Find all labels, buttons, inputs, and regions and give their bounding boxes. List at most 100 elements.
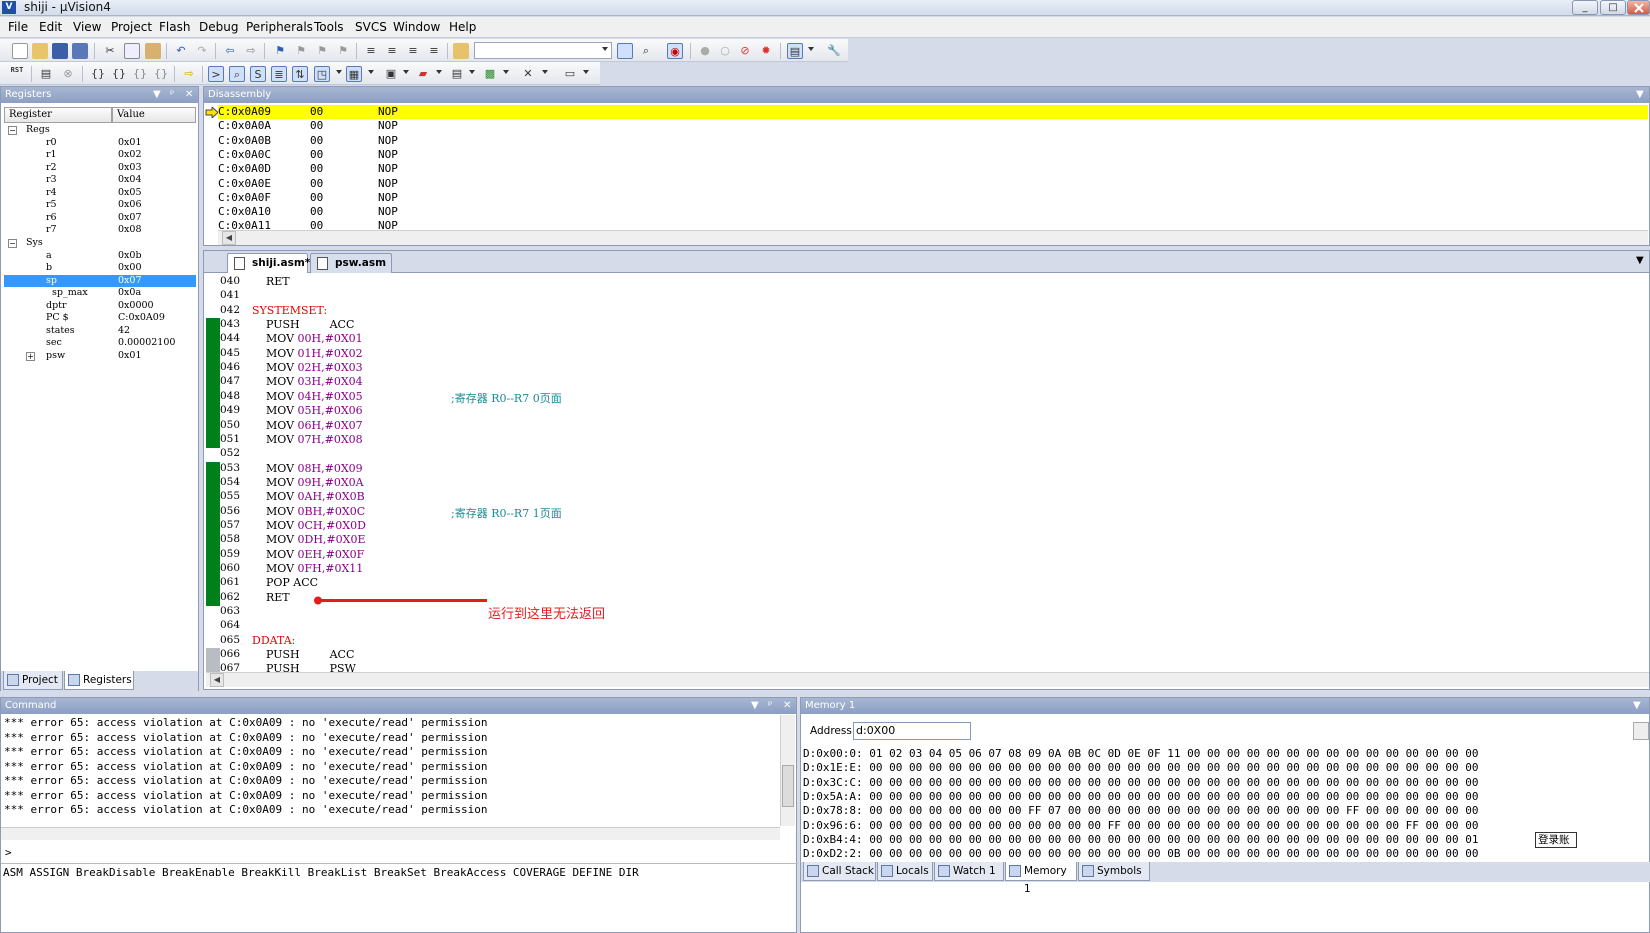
register-value[interactable]: 0x04 — [118, 174, 142, 187]
redo-icon[interactable]: ↷ — [194, 43, 210, 59]
watch-window-icon[interactable]: ◳ — [314, 66, 330, 82]
kill-breakpoints-icon[interactable]: ✹ — [758, 43, 774, 59]
tab-list-icon[interactable]: ▼ — [1636, 255, 1644, 266]
code-line[interactable]: DDATA: — [252, 634, 295, 647]
address-input[interactable]: d:0X00 — [853, 722, 971, 740]
pane-menu-icon[interactable]: ▼ — [1633, 698, 1641, 714]
line-number[interactable]: 062 — [220, 590, 248, 603]
code-line[interactable]: RET — [252, 591, 290, 604]
line-number[interactable]: 048 — [220, 389, 248, 402]
menu-help[interactable]: Help — [449, 20, 476, 34]
reset-cpu-button[interactable]: RST — [9, 66, 25, 82]
register-value[interactable]: 0x01 — [118, 137, 142, 150]
register-row[interactable]: r4 0x05 — [4, 187, 196, 200]
register-row[interactable]: sec 0.00002100 — [4, 337, 196, 350]
registers-window-icon[interactable]: ≣ — [271, 66, 287, 82]
disable-breakpoints-icon[interactable]: ⊘ — [737, 43, 753, 59]
register-row[interactable]: r3 0x04 — [4, 174, 196, 187]
scroll-thumb[interactable] — [782, 765, 794, 807]
tab-psw-asm[interactable]: psw.asm — [310, 253, 392, 273]
register-row[interactable]: r6 0x07 — [4, 212, 196, 225]
line-number[interactable]: 040 — [220, 275, 248, 287]
disassembly-hscroll[interactable]: ◀ — [218, 230, 1648, 245]
debug-session-icon[interactable]: ◉ — [667, 43, 683, 59]
tab-registers[interactable]: Registers — [64, 671, 134, 690]
memory-row[interactable]: D:0x78:8: 00 00 00 00 00 00 00 00 FF 07 … — [803, 804, 1479, 818]
register-value[interactable]: 42 — [118, 325, 130, 338]
menu-debug[interactable]: Debug — [199, 20, 238, 34]
window-layout-icon[interactable]: ▤ — [787, 43, 803, 59]
find-icon[interactable] — [617, 43, 633, 59]
trace-window-icon[interactable]: ▤ — [449, 66, 465, 82]
line-number[interactable]: 057 — [220, 518, 248, 531]
menu-window[interactable]: Window — [393, 20, 440, 34]
stop-icon[interactable]: ⊗ — [60, 66, 76, 82]
pane-close-icon[interactable]: ✕ — [185, 87, 193, 103]
register-value[interactable]: C:0x0A09 — [118, 312, 165, 325]
register-value[interactable]: 0x0b — [118, 250, 142, 263]
register-row[interactable]: r2 0x03 — [4, 162, 196, 175]
memory-row[interactable]: D:0x00:0: 01 02 03 04 05 06 07 08 09 0A … — [803, 747, 1479, 761]
menu-project[interactable]: Project — [111, 20, 152, 34]
system-viewer-icon[interactable]: ▩ — [482, 66, 498, 82]
maximize-button[interactable]: □ — [1600, 0, 1626, 15]
next-bookmark-icon[interactable]: ⚑ — [314, 43, 330, 59]
line-number[interactable]: 049 — [220, 404, 248, 417]
configure-icon[interactable]: 🔧 — [826, 43, 842, 59]
menu-svcs[interactable]: SVCS — [355, 20, 387, 34]
memory-row[interactable]: D:0x96:6: 00 00 00 00 00 00 00 00 00 00 … — [803, 819, 1479, 833]
expand-icon[interactable]: + — [26, 351, 35, 361]
register-value[interactable]: 0x08 — [118, 224, 142, 237]
line-number[interactable]: 065 — [220, 633, 248, 646]
code-line[interactable]: MOV 08H,#0X09 — [252, 462, 363, 475]
line-number[interactable]: 045 — [220, 346, 248, 359]
disassembly-row[interactable]: C:0x0A0A 00 NOP — [218, 119, 1648, 133]
scroll-left-icon[interactable]: ◀ — [210, 673, 224, 687]
register-value[interactable]: 0x0000 — [118, 300, 154, 313]
symbols-window-icon[interactable]: S — [250, 66, 266, 82]
line-number[interactable]: 043 — [220, 318, 248, 331]
code-line[interactable]: MOV 04H,#0X05 — [252, 390, 363, 403]
register-value[interactable]: 0x05 — [118, 187, 142, 200]
scroll-left-icon[interactable]: ◀ — [222, 231, 236, 245]
line-number[interactable]: 046 — [220, 361, 248, 374]
line-number[interactable]: 055 — [220, 490, 248, 503]
tab-memory-1[interactable]: Memory 1 — [1005, 862, 1077, 895]
copy-icon[interactable] — [124, 43, 140, 59]
register-column-header[interactable]: Register — [4, 107, 112, 123]
register-value[interactable]: 0x01 — [118, 350, 142, 363]
enable-breakpoint-icon[interactable]: ○ — [717, 43, 733, 59]
register-value[interactable]: 0.00002100 — [118, 337, 175, 350]
memory-row[interactable]: D:0xB4:4: 00 00 00 00 00 00 00 00 00 00 … — [803, 833, 1479, 847]
code-line[interactable]: SYSTEMSET: — [252, 304, 327, 317]
code-line[interactable]: MOV 0CH,#0X0D — [252, 519, 366, 532]
tab-locals[interactable]: Locals — [877, 862, 933, 881]
find-in-files-icon[interactable] — [453, 43, 469, 59]
line-number[interactable]: 047 — [220, 375, 248, 388]
register-row[interactable]: r0 0x01 — [4, 137, 196, 150]
line-number[interactable]: 058 — [220, 533, 248, 546]
register-row[interactable]: r1 0x02 — [4, 149, 196, 162]
disassembly-row[interactable]: C:0x0A0B 00 NOP — [218, 134, 1648, 148]
tab-call-stack[interactable]: Call Stack — [803, 862, 876, 881]
editor-hscroll[interactable]: ◀ — [206, 672, 1649, 687]
disassembly-row[interactable]: C:0x0A0F 00 NOP — [218, 191, 1648, 205]
code-line[interactable]: RET — [252, 275, 290, 288]
serial-window-icon[interactable]: ▣ — [383, 66, 399, 82]
register-value[interactable]: 0x07 — [118, 275, 142, 288]
register-row[interactable]: a 0x0b — [4, 250, 196, 263]
save-icon[interactable] — [52, 43, 68, 59]
tab-symbols[interactable]: Symbols — [1078, 862, 1150, 881]
menu-edit[interactable]: Edit — [39, 20, 62, 34]
register-row[interactable]: sp 0x07 — [4, 274, 196, 288]
disassembly-row[interactable]: C:0x0A10 00 NOP — [218, 205, 1648, 219]
register-row[interactable]: r7 0x08 — [4, 224, 196, 237]
memory-row[interactable]: D:0xD2:2: 00 00 00 00 00 00 00 00 00 00 … — [803, 847, 1479, 861]
code-line[interactable]: MOV 0DH,#0X0E — [252, 533, 366, 546]
menu-flash[interactable]: Flash — [159, 20, 190, 34]
register-value[interactable]: 0x00 — [118, 262, 142, 275]
code-line[interactable]: POP ACC — [252, 576, 318, 589]
new-file-icon[interactable] — [12, 43, 28, 59]
line-number[interactable]: 054 — [220, 475, 248, 488]
code-line[interactable]: PUSH ACC — [252, 648, 354, 661]
